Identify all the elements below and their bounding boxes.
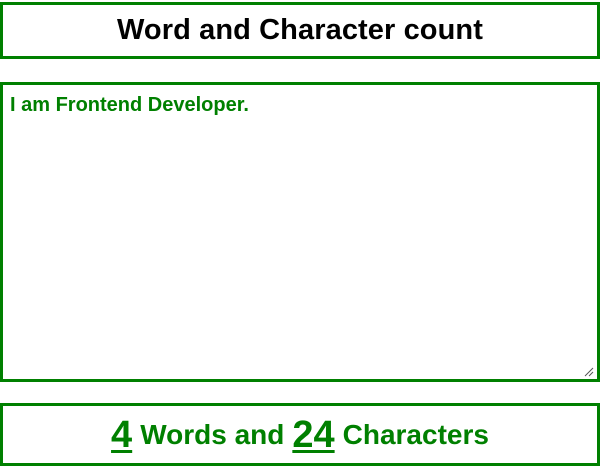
page-title: Word and Character count [116, 14, 484, 46]
word-count: 4 [111, 413, 133, 456]
words-label: Words and [140, 418, 285, 450]
resize-handle-icon[interactable] [582, 364, 594, 377]
title-box: Word and Character count [0, 2, 600, 59]
count-result-box: 4 Words and 24 Characters [0, 403, 600, 466]
characters-label: Characters [342, 418, 489, 450]
character-count: 24 [292, 413, 335, 456]
text-editor-box: I am Frontend Developer. [0, 82, 600, 382]
text-input[interactable]: I am Frontend Developer. [3, 85, 597, 379]
